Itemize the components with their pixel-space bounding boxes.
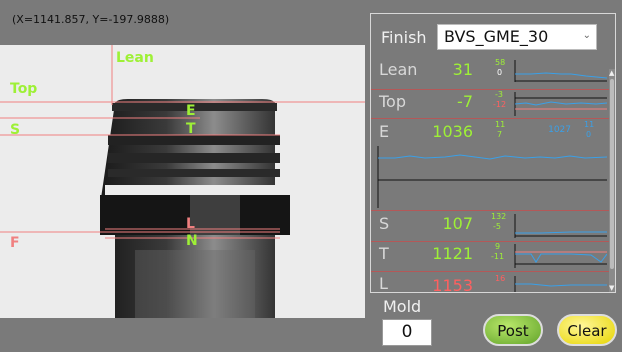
cursor-coordinates: (X=1141.857, Y=-197.9888) bbox=[12, 13, 170, 26]
row-lo: -11 bbox=[491, 252, 505, 261]
row-hi: 11 bbox=[495, 120, 506, 129]
row-value: 1036 bbox=[432, 122, 473, 141]
row-lo: -5 bbox=[493, 222, 501, 231]
row-e: E 1036 11 7 1027 11 0 bbox=[371, 120, 609, 212]
row-hi: 132 bbox=[491, 212, 507, 221]
mold-input[interactable]: 0 bbox=[382, 319, 432, 346]
chevron-down-icon: ⌄ bbox=[582, 30, 591, 41]
s-trend-graph bbox=[514, 214, 607, 238]
row-name: T bbox=[379, 244, 389, 263]
row-hi: 9 bbox=[495, 242, 501, 251]
camera-view[interactable]: Lean Top S F E T L N bbox=[0, 45, 365, 318]
row-divider bbox=[371, 210, 609, 211]
row-name: Lean bbox=[379, 60, 418, 79]
row-divider bbox=[371, 241, 609, 242]
row-value: 107 bbox=[442, 214, 473, 233]
row-value: 1153 bbox=[432, 276, 473, 293]
t-trend-graph bbox=[514, 244, 607, 268]
scrollbar-thumb[interactable] bbox=[610, 79, 614, 269]
row-lo: 7 bbox=[497, 130, 503, 139]
lean-label: Lean bbox=[116, 50, 154, 66]
top-label: Top bbox=[10, 81, 38, 97]
row-extra-lo: 0 bbox=[586, 130, 592, 139]
row-extra-hi: 11 bbox=[584, 120, 595, 129]
row-hi: -3 bbox=[495, 90, 503, 99]
top-trend-graph bbox=[514, 92, 607, 116]
row-top: Top -7 -3 -12 bbox=[371, 90, 609, 120]
row-name: E bbox=[379, 122, 390, 141]
panel-scrollbar[interactable]: ▲ ▼ bbox=[609, 69, 615, 292]
l-label: L bbox=[186, 216, 195, 232]
lean-trend-graph bbox=[514, 60, 607, 82]
finish-value: BVS_GME_30 bbox=[444, 27, 549, 46]
mold-label: Mold bbox=[383, 297, 422, 316]
f-label: F bbox=[10, 235, 20, 251]
finish-select[interactable]: BVS_GME_30 ⌄ bbox=[437, 24, 597, 50]
row-name: L bbox=[379, 274, 388, 293]
t-label: T bbox=[186, 121, 196, 137]
row-l: L 1153 16 bbox=[371, 274, 609, 293]
clear-button[interactable]: Clear bbox=[557, 314, 617, 346]
e-label: E bbox=[186, 103, 196, 119]
row-t: T 1121 9 -11 bbox=[371, 242, 609, 272]
row-value: -7 bbox=[457, 92, 473, 111]
scroll-up-icon[interactable]: ▲ bbox=[609, 69, 614, 77]
l-trend-graph bbox=[514, 276, 607, 292]
row-value: 31 bbox=[452, 60, 473, 79]
row-divider bbox=[371, 118, 609, 119]
row-extra-value: 1027 bbox=[548, 125, 571, 135]
s-label: S bbox=[10, 122, 21, 138]
row-divider bbox=[371, 271, 609, 272]
e-trend-graph bbox=[377, 146, 607, 208]
row-lo: 0 bbox=[497, 68, 503, 77]
row-hi: 16 bbox=[495, 274, 506, 283]
row-name: S bbox=[379, 214, 390, 233]
finish-label: Finish bbox=[381, 28, 427, 47]
status-bar bbox=[0, 318, 365, 352]
row-name: Top bbox=[379, 92, 406, 111]
bottle-neck-image bbox=[0, 45, 365, 318]
row-value: 1121 bbox=[432, 244, 473, 263]
row-s: S 107 132 -5 bbox=[371, 212, 609, 242]
row-hi: 58 bbox=[495, 58, 506, 67]
n-label: N bbox=[186, 233, 198, 249]
post-button[interactable]: Post bbox=[483, 314, 543, 346]
scroll-down-icon[interactable]: ▼ bbox=[609, 284, 614, 292]
row-lean: Lean 31 58 0 bbox=[371, 58, 609, 88]
row-lo: -12 bbox=[493, 100, 507, 109]
measurement-panel: Finish BVS_GME_30 ⌄ Lean 31 58 0 Top -7 … bbox=[370, 13, 616, 293]
